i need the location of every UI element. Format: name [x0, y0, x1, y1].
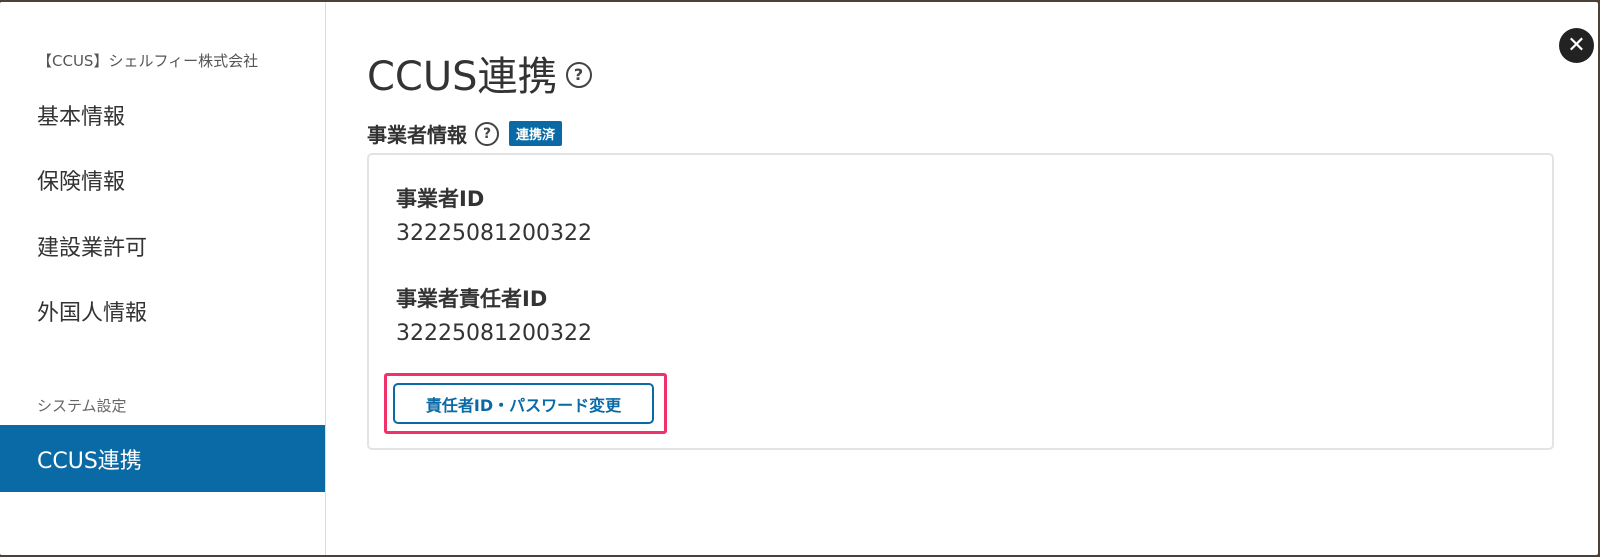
sidebar: 【CCUS】シェルフィー株式会社 基本情報 保険情報 建設業許可 外国人情報 シ…	[0, 2, 326, 555]
page-title: CCUS連携 ?	[367, 44, 592, 102]
status-badge: 連携済	[509, 121, 563, 146]
sidebar-item-basic-info[interactable]: 基本情報	[37, 99, 125, 131]
close-icon[interactable]: ✕	[1559, 28, 1594, 63]
company-name: 【CCUS】シェルフィー株式会社	[37, 52, 259, 70]
business-info-card: 事業者ID 32225081200322 事業者責任者ID 3222508120…	[367, 153, 1554, 450]
modal-dialog: 【CCUS】シェルフィー株式会社 基本情報 保険情報 建設業許可 外国人情報 シ…	[0, 2, 1598, 555]
sidebar-item-insurance-info[interactable]: 保険情報	[37, 164, 125, 196]
sidebar-item-label: CCUS連携	[37, 449, 142, 474]
business-id-value: 32225081200322	[396, 221, 592, 246]
sidebar-section-system-settings: システム設定	[37, 397, 127, 415]
section-header: 事業者情報 ? 連携済	[367, 119, 563, 148]
sidebar-item-ccus-integration[interactable]: CCUS連携	[0, 425, 325, 492]
change-manager-id-password-button[interactable]: 責任者ID・パスワード変更	[393, 383, 654, 424]
business-id-label: 事業者ID	[396, 187, 485, 211]
sidebar-item-construction-permit[interactable]: 建設業許可	[37, 230, 147, 262]
question-circle-icon[interactable]: ?	[565, 62, 592, 88]
sidebar-item-foreigner-info[interactable]: 外国人情報	[37, 295, 147, 327]
question-circle-icon[interactable]: ?	[475, 121, 499, 146]
business-manager-id-value: 32225081200322	[396, 321, 592, 346]
highlight-box: 責任者ID・パスワード変更	[384, 373, 667, 434]
business-manager-id-label: 事業者責任者ID	[396, 287, 548, 311]
page-title-text: CCUS連携	[367, 54, 558, 100]
section-title: 事業者情報	[367, 123, 467, 147]
